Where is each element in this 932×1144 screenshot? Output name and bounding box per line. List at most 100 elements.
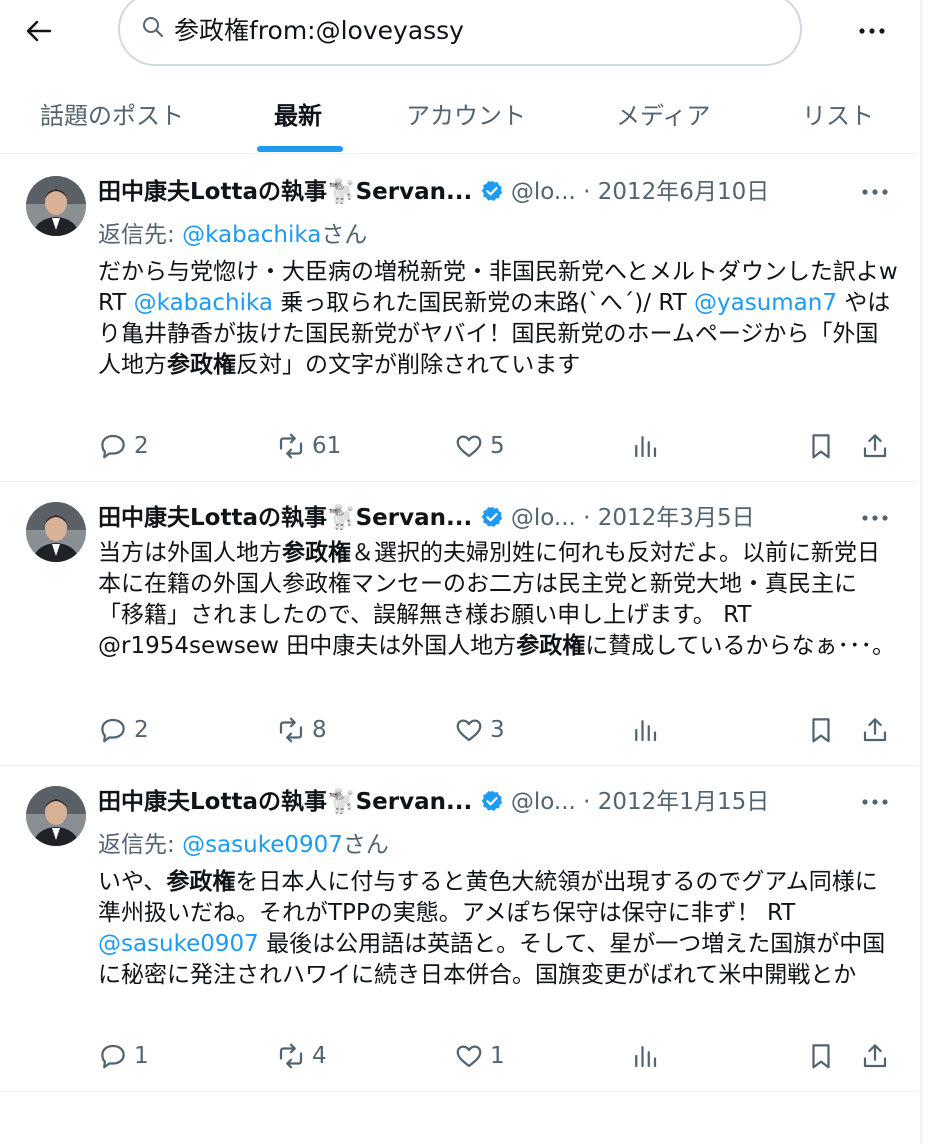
- reply-button[interactable]: 2: [98, 426, 149, 466]
- text-run: 反対」の文字が削除されています: [236, 352, 581, 378]
- like-count: 5: [490, 433, 505, 459]
- reply-button[interactable]: 2: [98, 710, 149, 750]
- bookmark-icon: [812, 718, 830, 743]
- repost-button[interactable]: 61: [276, 426, 341, 466]
- more-icon[interactable]: [852, 14, 892, 48]
- reply-count: 2: [134, 717, 149, 743]
- share-icon: [863, 1044, 887, 1068]
- bookmark-icon: [812, 434, 830, 459]
- text-run: に賛成しているからなぁ･･･。: [585, 633, 896, 659]
- post[interactable]: 田中康夫Lottaの執事🐩Servan... @lo... · 2012年6月1…: [0, 156, 918, 482]
- repost-icon: [279, 717, 303, 743]
- reply-suffix: さん: [342, 832, 389, 858]
- post-date[interactable]: · 2012年6月10日: [583, 179, 769, 205]
- like-count: 1: [490, 1043, 505, 1069]
- like-icon: [456, 1045, 482, 1068]
- avatar[interactable]: [26, 786, 86, 846]
- like-button[interactable]: 5: [454, 426, 505, 466]
- post-header: 田中康夫Lottaの執事🐩Servan... @lo... · 2012年3月5…: [98, 502, 755, 534]
- post-text: 当方は外国人地方参政権＆選択的夫婦別姓に何れも反対だよ。以前に新党日本に在籍の外…: [98, 538, 898, 662]
- repost-icon: [279, 1043, 303, 1069]
- tab-lists[interactable]: リスト: [802, 96, 874, 131]
- post-date[interactable]: · 2012年3月5日: [583, 505, 754, 531]
- reply-icon: [101, 434, 125, 459]
- text-run: 乗っ取られた国民新党の末路(`へ´)/ RT: [273, 290, 694, 316]
- back-arrow-icon[interactable]: [22, 14, 56, 48]
- post[interactable]: 田中康夫Lottaの執事🐩Servan... @lo... · 2012年3月5…: [0, 482, 918, 766]
- post-header: 田中康夫Lottaの執事🐩Servan... @lo... · 2012年6月1…: [98, 176, 769, 208]
- mention-link[interactable]: @kabachika: [134, 290, 273, 316]
- post-actions: 1 4 1: [0, 1036, 918, 1076]
- mention-link[interactable]: @yasuman7: [694, 290, 837, 316]
- reply-handle-link[interactable]: @kabachika: [182, 222, 321, 248]
- repost-count: 61: [312, 433, 342, 459]
- display-name[interactable]: 田中康夫Lottaの執事🐩Servan...: [98, 505, 472, 531]
- repost-icon: [279, 433, 303, 459]
- share-button[interactable]: [860, 1036, 890, 1076]
- text-run: 当方は外国人地方: [98, 540, 282, 566]
- active-tab-indicator: [257, 146, 343, 152]
- like-icon: [456, 435, 482, 458]
- views-button[interactable]: [630, 710, 660, 750]
- reply-button[interactable]: 1: [98, 1036, 149, 1076]
- views-button[interactable]: [630, 1036, 660, 1076]
- tab-accounts[interactable]: アカウント: [406, 96, 526, 131]
- share-button[interactable]: [860, 710, 890, 750]
- mention-link[interactable]: @sasuke0907: [98, 931, 259, 957]
- highlighted-keyword: 参政権: [282, 540, 351, 566]
- verified-badge-icon: [480, 789, 504, 815]
- search-tabs: 話題のポスト 最新 アカウント メディア リスト: [0, 78, 918, 154]
- share-button[interactable]: [860, 426, 890, 466]
- repost-button[interactable]: 4: [276, 1036, 327, 1076]
- share-icon: [863, 434, 887, 458]
- tab-media[interactable]: メディア: [616, 96, 710, 131]
- post-actions: 2 8 3: [0, 710, 918, 750]
- like-button[interactable]: 3: [454, 710, 505, 750]
- bookmark-button[interactable]: [806, 1036, 836, 1076]
- more-icon[interactable]: [858, 178, 892, 206]
- reply-context: 返信先: @kabachikaさん: [98, 219, 367, 251]
- views-icon: [635, 1046, 657, 1068]
- repost-count: 4: [312, 1043, 327, 1069]
- top-bar: 参政権from:@loveyassy: [0, 0, 918, 75]
- post-date[interactable]: · 2012年1月15日: [583, 789, 769, 815]
- verified-badge-icon: [480, 179, 504, 205]
- more-icon[interactable]: [858, 788, 892, 816]
- post-header: 田中康夫Lottaの執事🐩Servan... @lo... · 2012年1月1…: [98, 786, 769, 818]
- avatar[interactable]: [26, 502, 86, 562]
- post-actions: 2 61 5: [0, 426, 918, 466]
- text-run: いや、: [98, 869, 167, 895]
- verified-badge-icon: [480, 505, 504, 531]
- bookmark-button[interactable]: [806, 710, 836, 750]
- reply-icon: [101, 1044, 125, 1069]
- repost-button[interactable]: 8: [276, 710, 327, 750]
- like-icon: [456, 719, 482, 742]
- views-button[interactable]: [630, 426, 660, 466]
- like-button[interactable]: 1: [454, 1036, 505, 1076]
- bookmark-button[interactable]: [806, 426, 836, 466]
- avatar[interactable]: [26, 176, 86, 236]
- search-input[interactable]: 参政権from:@loveyassy: [118, 0, 802, 66]
- highlighted-keyword: 参政権: [166, 869, 236, 895]
- tab-top-posts[interactable]: 話題のポスト: [40, 96, 184, 131]
- handle[interactable]: @lo...: [511, 789, 576, 815]
- like-count: 3: [490, 717, 505, 743]
- search-query: 参政権from:@loveyassy: [174, 16, 464, 45]
- reply-suffix: さん: [321, 222, 368, 248]
- post[interactable]: 田中康夫Lottaの執事🐩Servan... @lo... · 2012年1月1…: [0, 766, 918, 1092]
- display-name[interactable]: 田中康夫Lottaの執事🐩Servan...: [98, 179, 472, 205]
- highlighted-keyword: 参政権: [167, 352, 236, 378]
- handle[interactable]: @lo...: [511, 179, 576, 205]
- repost-count: 8: [312, 717, 327, 743]
- post-text: だから与党惚け・大臣病の増税新党・非国民新党へとメルトダウンした訳よw RT @…: [98, 257, 898, 381]
- highlighted-keyword: 参政権: [516, 633, 586, 659]
- bookmark-icon: [812, 1044, 830, 1069]
- display-name[interactable]: 田中康夫Lottaの執事🐩Servan...: [98, 789, 472, 815]
- reply-prefix: 返信先:: [98, 222, 183, 248]
- tab-latest[interactable]: 最新: [274, 96, 322, 131]
- reply-handle-link[interactable]: @sasuke0907: [182, 832, 343, 858]
- handle[interactable]: @lo...: [511, 505, 576, 531]
- reply-count: 2: [134, 433, 149, 459]
- reply-prefix: 返信先:: [98, 832, 183, 858]
- more-icon[interactable]: [858, 504, 892, 532]
